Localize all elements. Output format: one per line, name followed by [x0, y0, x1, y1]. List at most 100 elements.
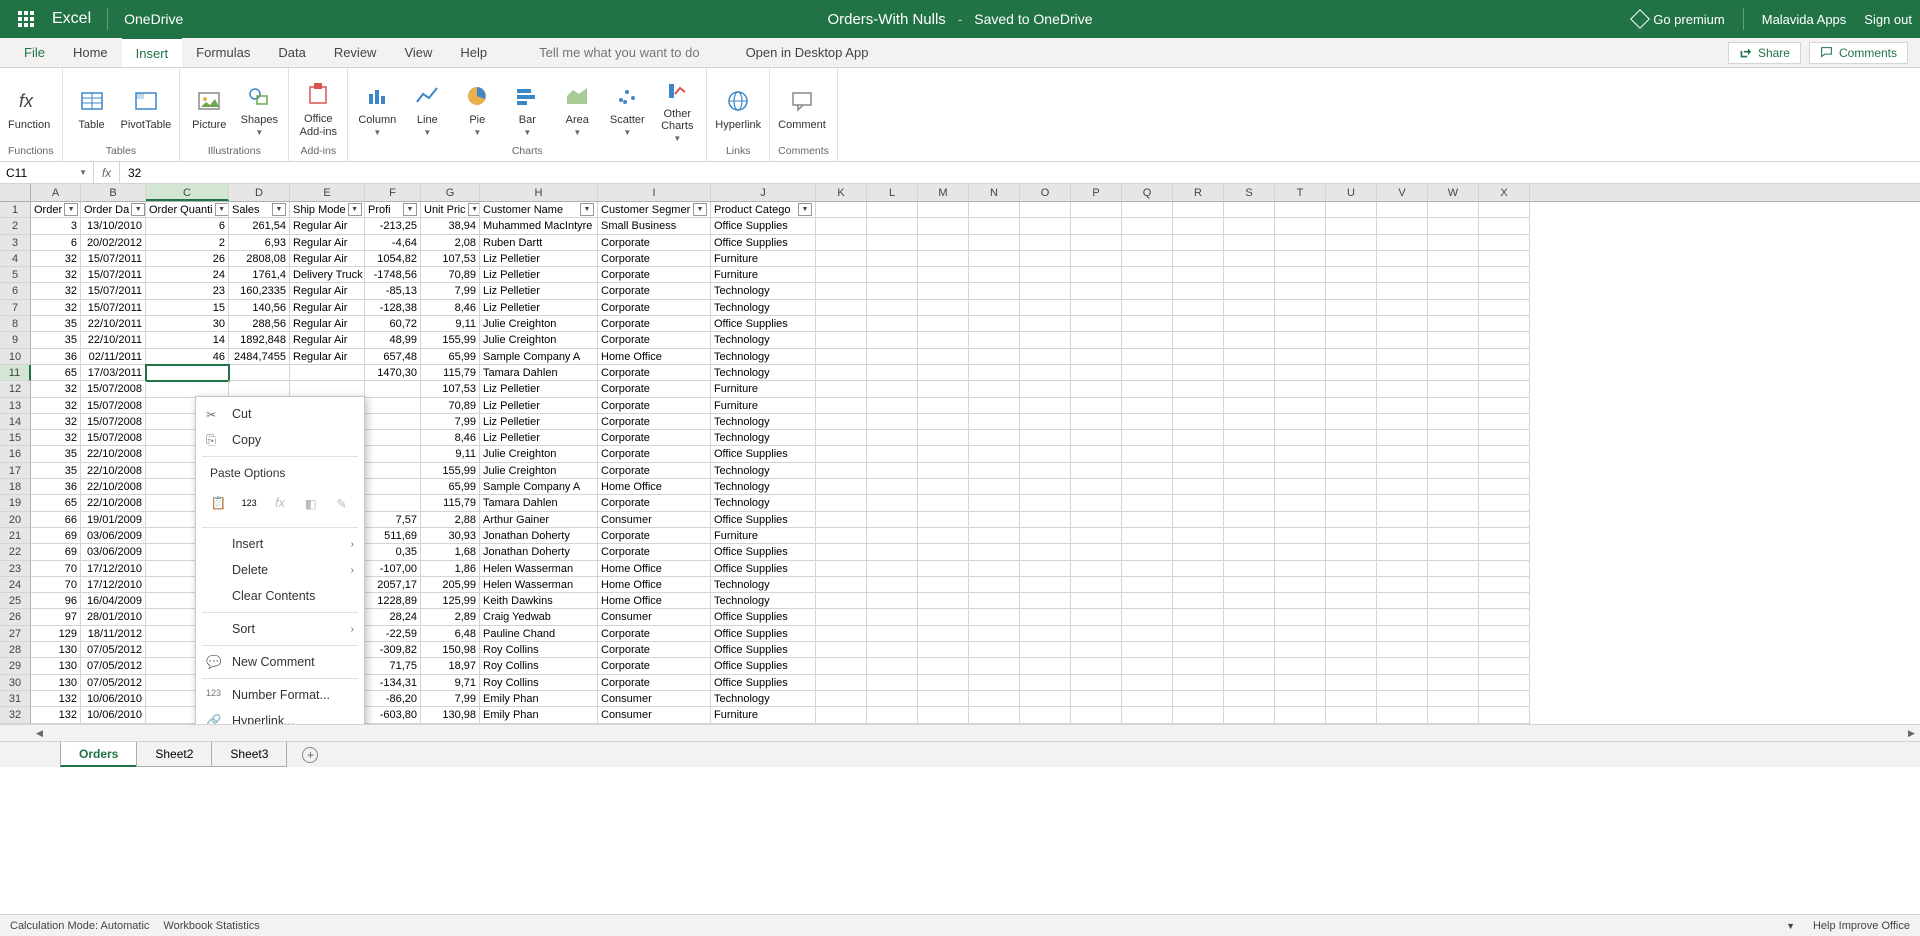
cell[interactable]: Furniture — [711, 398, 816, 414]
row-header[interactable]: 17 — [0, 463, 31, 479]
cell[interactable] — [365, 479, 421, 495]
cell[interactable] — [1275, 267, 1326, 283]
cell[interactable] — [969, 642, 1020, 658]
cell[interactable] — [1020, 626, 1071, 642]
cell[interactable]: 7,57 — [365, 512, 421, 528]
cell[interactable]: Regular Air — [290, 316, 365, 332]
cell[interactable]: Technology — [711, 593, 816, 609]
cell[interactable] — [816, 561, 867, 577]
cell[interactable] — [918, 218, 969, 234]
cell[interactable] — [1122, 332, 1173, 348]
cell[interactable] — [1020, 398, 1071, 414]
cell[interactable] — [867, 251, 918, 267]
cell[interactable] — [1377, 675, 1428, 691]
cell[interactable]: Emily Phan — [480, 707, 598, 723]
cell[interactable]: 26 — [146, 251, 229, 267]
cell[interactable]: 1761,4 — [229, 267, 290, 283]
cell[interactable]: 1,86 — [421, 561, 480, 577]
cell[interactable] — [1173, 235, 1224, 251]
cell[interactable]: Product Catego▼ — [711, 202, 816, 218]
cell[interactable] — [1479, 202, 1530, 218]
cell[interactable] — [1428, 316, 1479, 332]
cell[interactable] — [1428, 593, 1479, 609]
number-format-menu-item[interactable]: 123Number Format... — [196, 682, 364, 708]
cell[interactable]: 22/10/2011 — [81, 316, 146, 332]
cell[interactable] — [1122, 235, 1173, 251]
cell[interactable]: Craig Yedwab — [480, 609, 598, 625]
cell[interactable]: 60,72 — [365, 316, 421, 332]
cell[interactable]: 140,56 — [229, 300, 290, 316]
cell[interactable] — [1275, 658, 1326, 674]
cell[interactable] — [1326, 446, 1377, 462]
cell[interactable]: 2,89 — [421, 609, 480, 625]
cell[interactable] — [918, 267, 969, 283]
cell[interactable] — [918, 495, 969, 511]
cell[interactable] — [1071, 642, 1122, 658]
row-header[interactable]: 28 — [0, 642, 31, 658]
cell[interactable]: Unit Pric▼ — [421, 202, 480, 218]
cell[interactable] — [816, 528, 867, 544]
cell[interactable]: Liz Pelletier — [480, 267, 598, 283]
cell[interactable]: Technology — [711, 283, 816, 299]
cell[interactable] — [1428, 251, 1479, 267]
cell[interactable] — [1326, 609, 1377, 625]
cell[interactable]: 1892,848 — [229, 332, 290, 348]
cell[interactable] — [1377, 626, 1428, 642]
cell[interactable]: 9,11 — [421, 316, 480, 332]
cell[interactable]: -603,80 — [365, 707, 421, 723]
cell[interactable]: 69 — [31, 528, 81, 544]
clear-contents-menu-item[interactable]: Clear Contents — [196, 583, 364, 609]
cell[interactable] — [816, 300, 867, 316]
table-button[interactable]: Table — [71, 85, 113, 131]
cell[interactable] — [969, 202, 1020, 218]
cell[interactable]: 8,46 — [421, 300, 480, 316]
cell[interactable] — [969, 332, 1020, 348]
cell[interactable]: Order Da▼ — [81, 202, 146, 218]
cell[interactable] — [1224, 349, 1275, 365]
cell[interactable] — [1275, 707, 1326, 723]
cell[interactable]: Pauline Chand — [480, 626, 598, 642]
cell[interactable] — [816, 251, 867, 267]
cell[interactable]: 48,99 — [365, 332, 421, 348]
cell[interactable] — [1275, 479, 1326, 495]
cell[interactable] — [1377, 528, 1428, 544]
cell[interactable]: Furniture — [711, 381, 816, 397]
cell[interactable] — [1173, 675, 1224, 691]
cell[interactable] — [867, 593, 918, 609]
cell[interactable]: Corporate — [598, 675, 711, 691]
app-launcher-icon[interactable] — [18, 11, 34, 27]
cell[interactable] — [146, 365, 229, 381]
cell[interactable] — [969, 626, 1020, 642]
cell[interactable]: 35 — [31, 463, 81, 479]
filter-dropdown-icon[interactable]: ▼ — [272, 203, 286, 216]
cell[interactable] — [969, 414, 1020, 430]
cell[interactable]: Corporate — [598, 528, 711, 544]
cell[interactable] — [1071, 218, 1122, 234]
cell[interactable] — [1428, 414, 1479, 430]
cell[interactable]: Home Office — [598, 349, 711, 365]
cell[interactable] — [867, 626, 918, 642]
cell[interactable]: Technology — [711, 691, 816, 707]
filter-dropdown-icon[interactable]: ▼ — [580, 203, 594, 216]
cell[interactable] — [816, 235, 867, 251]
cell[interactable]: Arthur Gainer — [480, 512, 598, 528]
cell[interactable] — [969, 218, 1020, 234]
cell[interactable] — [1326, 300, 1377, 316]
cell[interactable] — [1071, 561, 1122, 577]
cell[interactable]: Small Business — [598, 218, 711, 234]
cell[interactable] — [969, 658, 1020, 674]
cell[interactable] — [1428, 512, 1479, 528]
scroll-left-icon[interactable]: ◀ — [31, 726, 48, 741]
cell[interactable] — [1479, 479, 1530, 495]
cell[interactable] — [1122, 609, 1173, 625]
cell[interactable] — [1071, 691, 1122, 707]
cell[interactable]: 115,79 — [421, 495, 480, 511]
cell[interactable]: Technology — [711, 332, 816, 348]
cell[interactable] — [1275, 495, 1326, 511]
cell[interactable]: Liz Pelletier — [480, 251, 598, 267]
cell[interactable] — [1377, 658, 1428, 674]
cell[interactable]: Ship Mode▼ — [290, 202, 365, 218]
cell[interactable] — [1479, 544, 1530, 560]
comments-button[interactable]: Comments — [1809, 42, 1908, 64]
column-header[interactable]: P — [1071, 184, 1122, 201]
